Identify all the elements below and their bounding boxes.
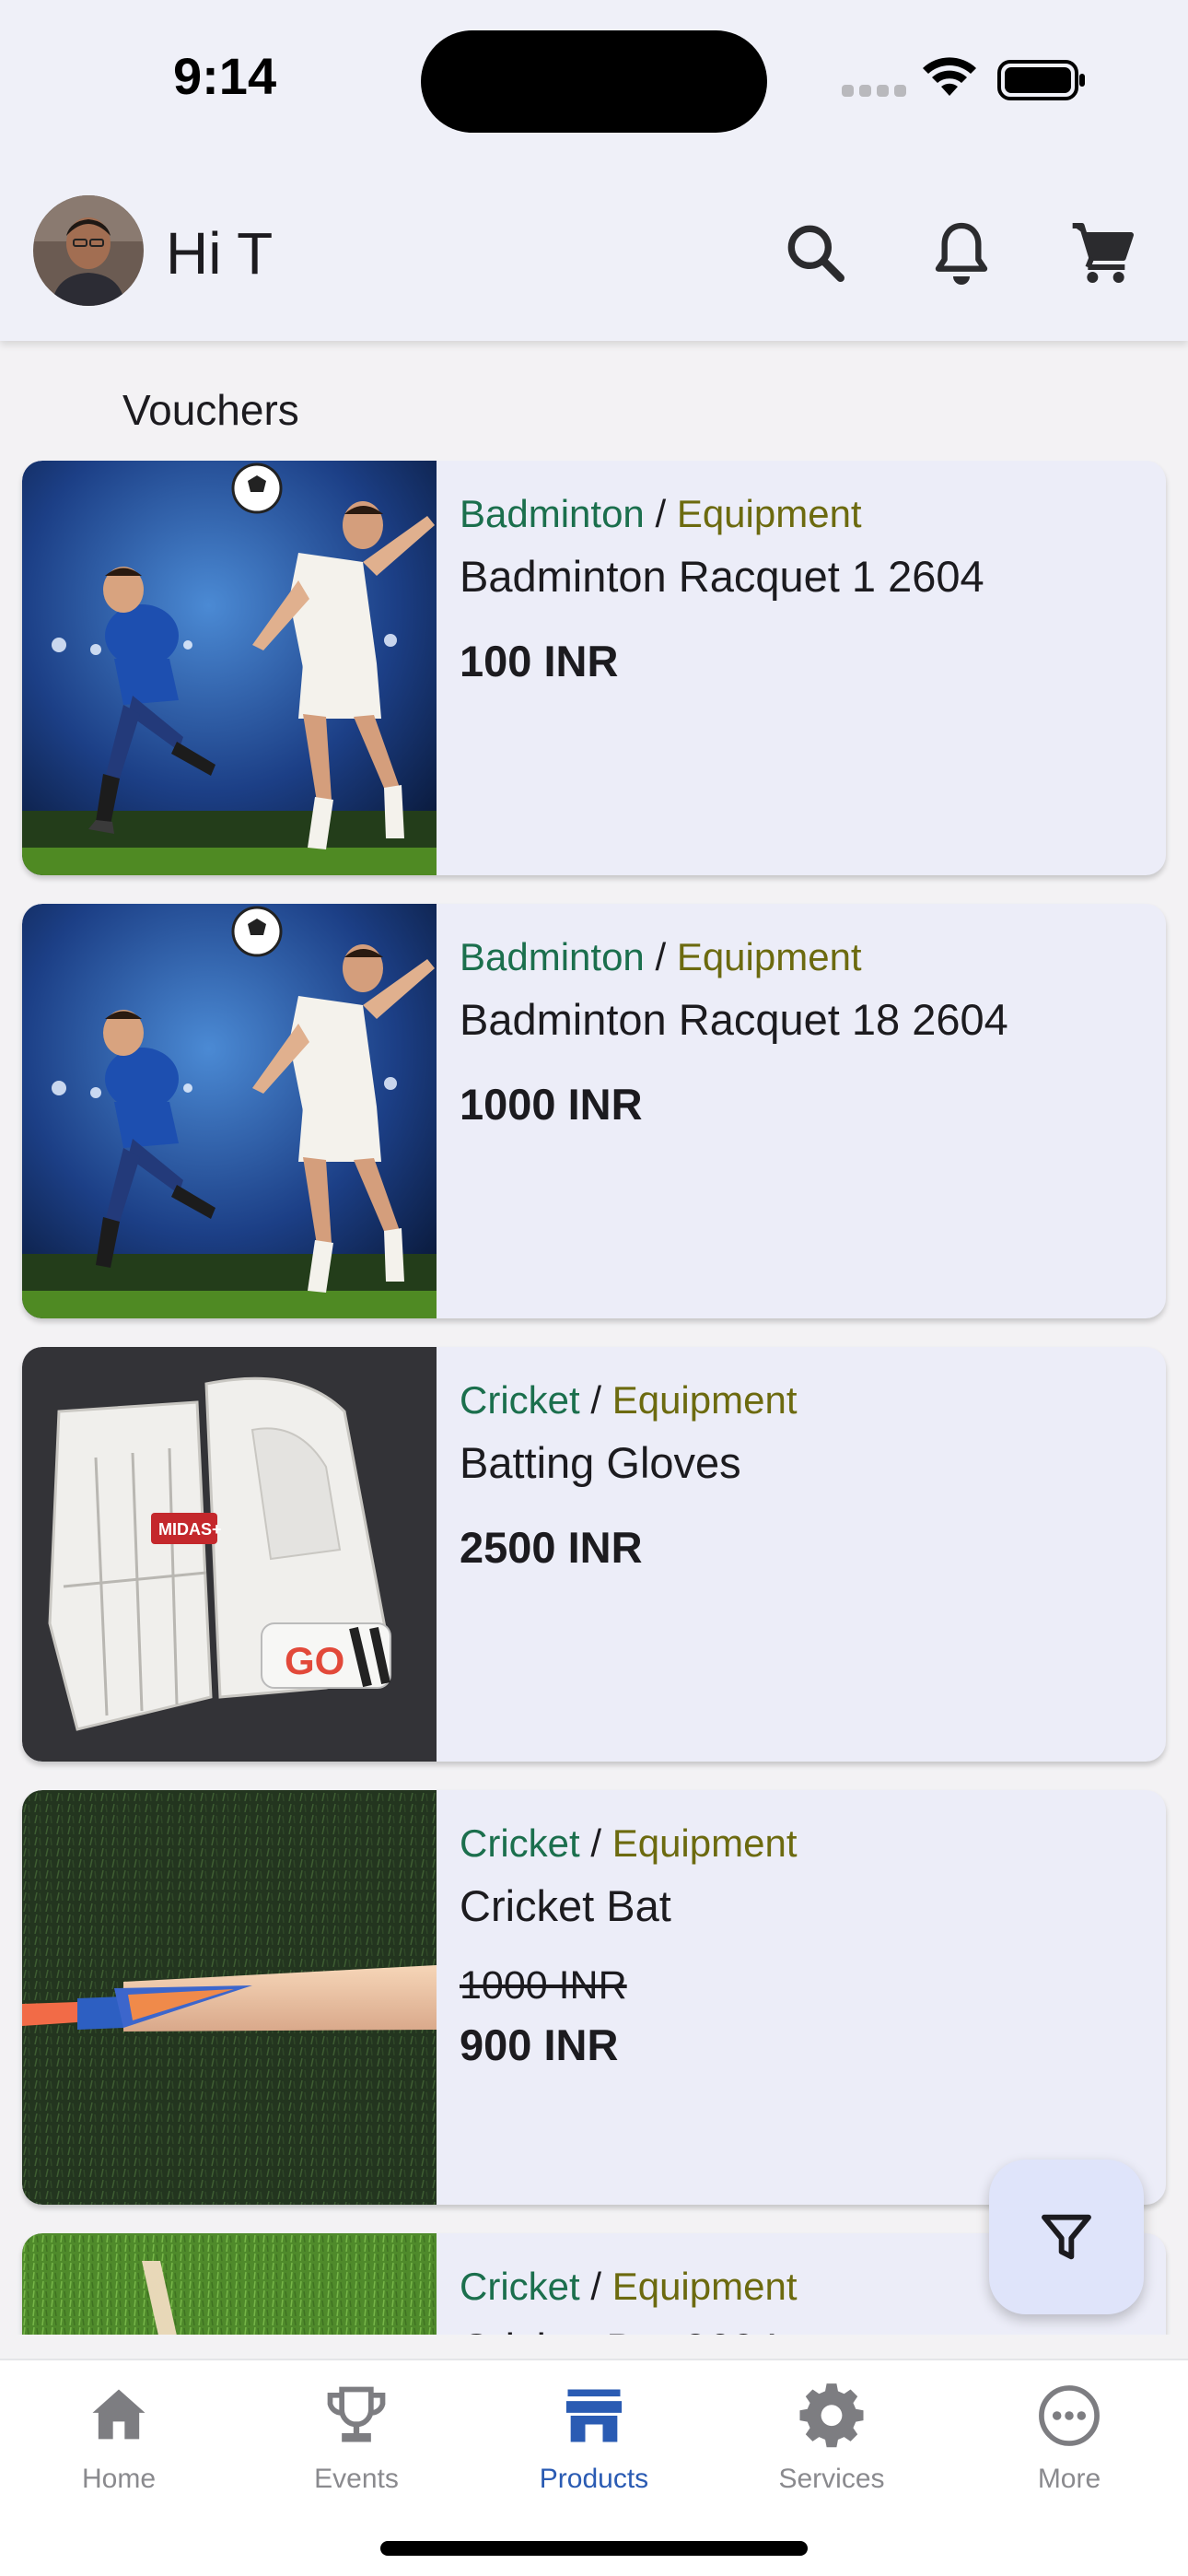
status-time: 9:14 bbox=[173, 47, 277, 105]
product-name: Cricket Bat bbox=[460, 1881, 671, 1930]
more-icon bbox=[1039, 2385, 1100, 2446]
nav-services[interactable]: Services bbox=[730, 2381, 933, 2519]
product-price: 900 INR bbox=[460, 2020, 619, 2069]
product-image-football-players bbox=[22, 904, 437, 1318]
product-sport: Badminton bbox=[460, 492, 645, 535]
bell-icon[interactable] bbox=[925, 217, 998, 290]
product-type: Equipment bbox=[676, 492, 862, 535]
cart-icon[interactable] bbox=[1066, 217, 1140, 290]
product-original-price: 1000 INR bbox=[460, 1963, 627, 2008]
product-sport: Cricket bbox=[460, 1378, 580, 1422]
product-card[interactable]: MIDAS+ GO Cricket / Equipment Batting Gl… bbox=[22, 1347, 1166, 1762]
filter-icon bbox=[1042, 2214, 1091, 2260]
product-card[interactable]: Badminton / Equipment Badminton Racquet … bbox=[22, 461, 1166, 875]
product-card[interactable]: Cricket / Equipment Cricket Bat 1000 INR… bbox=[22, 1790, 1166, 2205]
product-image-cricket-bat bbox=[22, 1790, 437, 2205]
home-indicator[interactable] bbox=[380, 2541, 808, 2556]
product-list[interactable]: Badminton / Equipment Badminton Racquet … bbox=[0, 461, 1188, 2335]
product-category: Badminton / Equipment bbox=[460, 935, 862, 978]
battery-icon bbox=[997, 60, 1085, 100]
product-price: 1000 INR bbox=[460, 1080, 643, 1129]
product-name: Badminton Racquet 18 2604 bbox=[460, 995, 1008, 1044]
nav-more[interactable]: More bbox=[968, 2381, 1171, 2519]
product-card[interactable]: Badminton / Equipment Badminton Racquet … bbox=[22, 904, 1166, 1318]
product-name: Cricket Bat 2604 bbox=[460, 2320, 1147, 2335]
nav-products[interactable]: Products bbox=[493, 2381, 695, 2519]
section-title: Vouchers bbox=[122, 386, 299, 434]
nav-events[interactable]: Events bbox=[255, 2381, 458, 2519]
wifi-icon bbox=[923, 57, 976, 96]
product-type: Equipment bbox=[611, 1821, 798, 1865]
store-icon bbox=[565, 2389, 623, 2442]
product-type: Equipment bbox=[611, 2265, 798, 2308]
product-image-cricket-pitch bbox=[22, 2233, 437, 2335]
user-avatar[interactable] bbox=[33, 195, 144, 306]
product-price: 2500 INR bbox=[460, 1523, 643, 1572]
product-type: Equipment bbox=[611, 1378, 798, 1422]
trophy-icon bbox=[327, 2386, 386, 2442]
product-image-football-players bbox=[22, 461, 437, 875]
product-category: Badminton / Equipment bbox=[460, 492, 862, 535]
product-image-batting-gloves: MIDAS+ GO bbox=[22, 1347, 437, 1762]
gear-icon bbox=[799, 2383, 864, 2448]
filter-button[interactable] bbox=[989, 2160, 1144, 2314]
product-sport: Cricket bbox=[460, 1821, 580, 1865]
nav-home[interactable]: Home bbox=[17, 2381, 220, 2519]
search-icon[interactable] bbox=[779, 217, 853, 290]
svg-text:MIDAS+: MIDAS+ bbox=[158, 1520, 222, 1539]
product-name: Batting Gloves bbox=[460, 1438, 741, 1487]
product-type: Equipment bbox=[676, 935, 862, 978]
svg-text:GO: GO bbox=[285, 1639, 344, 1682]
product-category: Cricket / Equipment bbox=[460, 1821, 798, 1865]
home-icon bbox=[92, 2389, 146, 2440]
product-price: 100 INR bbox=[460, 637, 619, 685]
product-sport: Badminton bbox=[460, 935, 645, 978]
product-sport: Cricket bbox=[460, 2265, 580, 2308]
product-name: Badminton Racquet 1 2604 bbox=[460, 552, 984, 601]
app-header: 9:14 Hi T bbox=[0, 0, 1188, 341]
greeting-text: Hi T bbox=[166, 220, 274, 287]
cellular-signal-icon bbox=[842, 85, 906, 98]
product-category: Cricket / Equipment bbox=[460, 1378, 798, 1422]
dynamic-island bbox=[421, 30, 767, 133]
